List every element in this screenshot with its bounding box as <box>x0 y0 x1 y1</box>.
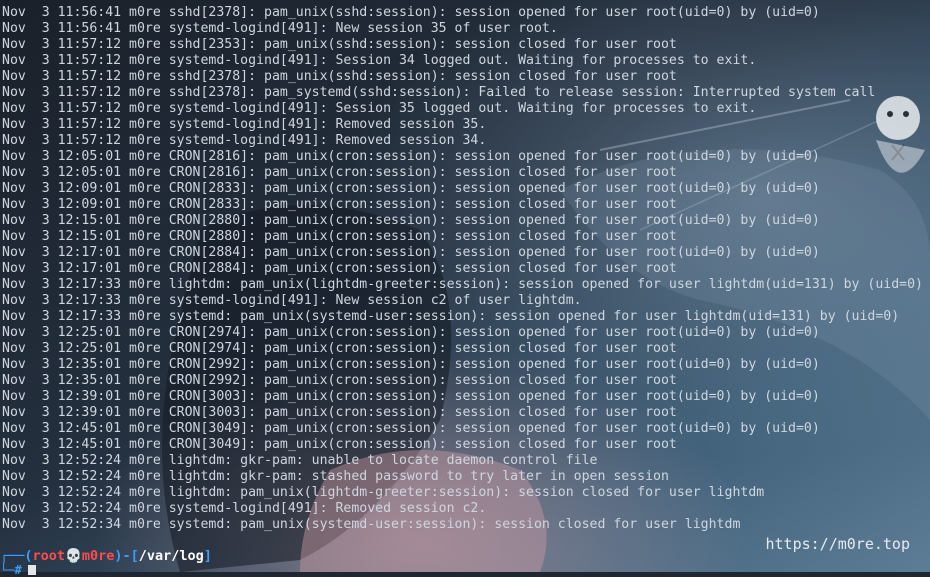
log-line: Nov 3 11:57:12 m0re systemd-logind[491]:… <box>2 53 757 68</box>
log-line: Nov 3 11:57:12 m0re sshd[2378]: pam_unix… <box>2 69 677 84</box>
terminal-window[interactable]: Nov 3 11:56:41 m0re sshd[2378]: pam_unix… <box>0 0 930 576</box>
log-line: Nov 3 12:17:33 m0re systemd: pam_unix(sy… <box>2 309 900 324</box>
site-watermark: https://m0re.top <box>765 535 911 553</box>
log-line: Nov 3 12:17:33 m0re systemd-logind[491]:… <box>2 293 582 308</box>
log-line: Nov 3 12:09:01 m0re CRON[2833]: pam_unix… <box>2 181 820 196</box>
log-line: Nov 3 12:52:24 m0re lightdm: pam_unix(li… <box>2 485 765 500</box>
prompt-path: /var/log <box>138 548 204 564</box>
log-line: Nov 3 11:57:12 m0re systemd-logind[491]:… <box>2 101 757 116</box>
log-line: Nov 3 12:39:01 m0re CRON[3003]: pam_unix… <box>2 389 820 404</box>
log-line: Nov 3 11:56:41 m0re sshd[2378]: pam_unix… <box>2 5 820 20</box>
log-line: Nov 3 11:56:41 m0re systemd-logind[491]:… <box>2 21 558 36</box>
log-line: Nov 3 12:15:01 m0re CRON[2880]: pam_unix… <box>2 213 820 228</box>
log-line: Nov 3 12:52:24 m0re lightdm: gkr-pam: st… <box>2 469 669 484</box>
log-line: Nov 3 11:57:12 m0re sshd[2378]: pam_syst… <box>2 85 876 100</box>
log-line: Nov 3 11:57:12 m0re sshd[2353]: pam_unix… <box>2 37 677 52</box>
log-line: Nov 3 12:17:01 m0re CRON[2884]: pam_unix… <box>2 261 677 276</box>
log-line: Nov 3 12:05:01 m0re CRON[2816]: pam_unix… <box>2 149 820 164</box>
prompt-user: root <box>32 548 66 564</box>
log-line: Nov 3 12:35:01 m0re CRON[2992]: pam_unix… <box>2 373 677 388</box>
prompt-bracket-close: ] <box>203 548 212 564</box>
shell-prompt: ┌──(root💀m0re)-[/var/log] <box>0 548 400 565</box>
prompt-separator: )-[ <box>114 548 139 564</box>
log-line: Nov 3 12:15:01 m0re CRON[2880]: pam_unix… <box>2 229 677 244</box>
skull-icon: 💀 <box>65 548 82 564</box>
text-cursor <box>27 565 36 575</box>
log-line: Nov 3 12:25:01 m0re CRON[2974]: pam_unix… <box>2 341 677 356</box>
log-line: Nov 3 11:57:12 m0re systemd-logind[491]:… <box>2 117 487 132</box>
log-line: Nov 3 11:57:12 m0re systemd-logind[491]:… <box>2 133 487 148</box>
command-input-line[interactable]: └─# <box>0 564 200 576</box>
log-line: Nov 3 12:17:01 m0re CRON[2884]: pam_unix… <box>2 245 820 260</box>
log-line: Nov 3 12:45:01 m0re CRON[3049]: pam_unix… <box>2 421 820 436</box>
log-line: Nov 3 12:25:01 m0re CRON[2974]: pam_unix… <box>2 325 820 340</box>
log-line: Nov 3 12:52:34 m0re systemd: pam_unix(sy… <box>2 517 741 532</box>
log-line: Nov 3 12:09:01 m0re CRON[2833]: pam_unix… <box>2 197 677 212</box>
log-line: Nov 3 12:05:01 m0re CRON[2816]: pam_unix… <box>2 165 677 180</box>
log-line: Nov 3 12:45:01 m0re CRON[3049]: pam_unix… <box>2 437 677 452</box>
log-line: Nov 3 12:52:24 m0re systemd-logind[491]:… <box>2 501 487 516</box>
prompt-corner: ┌──( <box>0 548 33 564</box>
prompt-hash: └─# <box>0 563 22 577</box>
prompt-host: m0re <box>81 548 115 564</box>
log-line: Nov 3 12:17:33 m0re lightdm: pam_unix(li… <box>2 277 923 292</box>
log-line: Nov 3 12:39:01 m0re CRON[3003]: pam_unix… <box>2 405 677 420</box>
log-line: Nov 3 12:52:24 m0re lightdm: gkr-pam: un… <box>2 453 598 468</box>
log-line: Nov 3 12:35:01 m0re CRON[2992]: pam_unix… <box>2 357 820 372</box>
log-output: Nov 3 11:56:41 m0re sshd[2378]: pam_unix… <box>2 5 930 533</box>
